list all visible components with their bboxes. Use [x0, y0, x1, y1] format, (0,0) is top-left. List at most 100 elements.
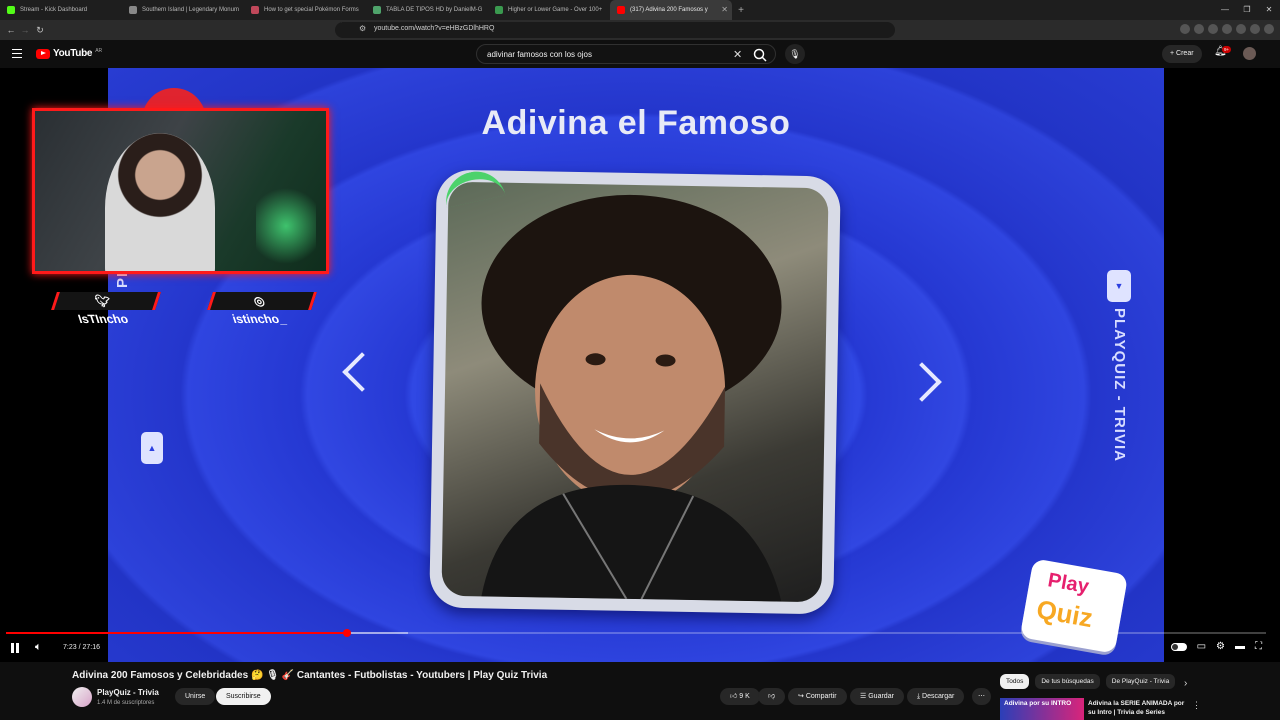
- browser-tab-active[interactable]: (317) Adivina 200 Famosos y ✕: [610, 0, 732, 20]
- address-bar-row: ← → ↻ 🔖︎ ⚙︎ youtube.com/watch?v=eHBzGDlh…: [0, 20, 1280, 40]
- chip-from-searches[interactable]: De tus búsquedas: [1035, 674, 1100, 689]
- browser-tab[interactable]: Southern Island | Legendary Monum: [122, 0, 244, 20]
- channel-avatar[interactable]: [72, 687, 92, 707]
- fullscreen-icon[interactable]: ⛶: [1255, 641, 1262, 652]
- instagram-icon: ◎: [251, 294, 267, 308]
- back-icon[interactable]: ←: [4, 23, 18, 37]
- next-arrow-icon: [902, 362, 942, 402]
- new-tab-icon[interactable]: +: [732, 5, 750, 16]
- autoplay-toggle[interactable]: [1170, 642, 1187, 651]
- account-avatar[interactable]: [1243, 47, 1256, 60]
- video-player[interactable]: Adivina el Famoso PLAYQUIZ - TRIVIA: [0, 68, 1280, 662]
- youtube-header: YouTube AR adivinar famosos con los ojos…: [0, 40, 1280, 68]
- player-right-controls: ▭ ⚙︎ ▬ ⛶: [1170, 641, 1262, 652]
- clear-search-icon[interactable]: ✕: [733, 48, 742, 61]
- kick-favicon-icon: [7, 6, 15, 14]
- chip-all[interactable]: Todos: [1000, 674, 1030, 689]
- player-controls: 🔈︎ 7:23 / 27:16 ▭ ⚙︎ ▬ ⛶: [0, 625, 1280, 662]
- menu-icon[interactable]: [1264, 24, 1274, 34]
- browser-tab[interactable]: Higher or Lower Game - Over 100+: [488, 0, 610, 20]
- save-icon: ☰: [860, 693, 869, 700]
- join-button[interactable]: Unirse: [175, 688, 216, 705]
- thumbs-down-icon: 👎︎: [768, 693, 776, 700]
- more-actions-icon[interactable]: ⋯: [972, 688, 991, 705]
- video-info: Adivina 200 Famosos y Celebridades 🤔 🎙 🎸…: [0, 662, 1280, 720]
- profile-icon[interactable]: [1250, 24, 1260, 34]
- subtitles-icon[interactable]: ▭: [1197, 641, 1206, 652]
- channel-name[interactable]: PlayQuiz - Trivia: [97, 688, 159, 697]
- subscribe-button[interactable]: Suscribirse: [216, 688, 271, 705]
- chevron-right-icon[interactable]: ›: [1184, 678, 1187, 689]
- forward-icon[interactable]: →: [18, 23, 32, 37]
- triangle-down-icon: ▼: [1107, 270, 1131, 302]
- progress-scrubber[interactable]: [343, 629, 352, 637]
- youtube-logo[interactable]: YouTube AR: [36, 48, 102, 59]
- youtube-favicon-icon: [617, 6, 625, 14]
- webcam-overlay: [32, 108, 329, 274]
- celebrity-face-illustration: [481, 194, 782, 602]
- browser-tab[interactable]: Stream - Kick Dashboard: [0, 0, 122, 20]
- browser-tab[interactable]: TABLA DE TIPOS HD by DanielM-G: [366, 0, 488, 20]
- menu-hamburger-icon[interactable]: [12, 49, 22, 58]
- share-button[interactable]: ↪ Compartir: [788, 688, 847, 705]
- browser-tab-strip: Stream - Kick Dashboard Southern Island …: [0, 0, 1280, 20]
- dislike-button[interactable]: 👎︎: [758, 688, 786, 705]
- progress-played: [6, 632, 348, 634]
- create-button[interactable]: + Crear: [1162, 45, 1202, 63]
- search-icon[interactable]: [752, 47, 768, 63]
- recommended-thumbnail[interactable]: Adivina por su INTRO: [1000, 698, 1084, 720]
- search-query: adivinar famosos con los ojos: [487, 50, 592, 59]
- globe-favicon-icon: [129, 6, 137, 14]
- voice-search-icon[interactable]: 🎙︎: [785, 44, 805, 64]
- share-icon: ↪: [798, 693, 806, 700]
- notification-badge: 9+: [1222, 46, 1232, 53]
- address-bar[interactable]: ⚙︎ youtube.com/watch?v=eHBzGDlhHRQ: [335, 22, 895, 38]
- progress-bar[interactable]: [6, 629, 1266, 637]
- search-input[interactable]: adivinar famosos con los ojos ✕: [476, 44, 776, 64]
- extension-icon[interactable]: [1222, 24, 1232, 34]
- side-label-right: PLAYQUIZ - TRIVIA: [1111, 308, 1128, 462]
- pause-icon[interactable]: [11, 643, 19, 653]
- youtube-play-icon: [36, 48, 50, 59]
- recommendation-chips: Todos De tus búsquedas De PlayQuiz - Tri…: [1000, 674, 1176, 689]
- url-text: youtube.com/watch?v=eHBzGDlhHRQ: [374, 25, 495, 32]
- extension-icon[interactable]: [1236, 24, 1246, 34]
- extension-icon[interactable]: [1194, 24, 1204, 34]
- quiz-photo-frame: [429, 169, 841, 615]
- celebrity-photo: [441, 181, 829, 603]
- streamer-figure: [105, 133, 215, 271]
- window-close-icon[interactable]: ✕: [1258, 0, 1280, 20]
- more-vert-icon[interactable]: ⋮: [1192, 700, 1201, 711]
- site-favicon-icon: [251, 6, 259, 14]
- tab-close-icon[interactable]: ✕: [721, 5, 728, 14]
- reload-icon[interactable]: ↻: [33, 23, 47, 37]
- video-title: Adivina 200 Famosos y Celebridades 🤔 🎙 🎸…: [72, 670, 548, 681]
- instagram-handle-badge: ◎ istincho_: [207, 292, 317, 326]
- browser-tab[interactable]: How to get special Pokémon Forms: [244, 0, 366, 20]
- site-settings-icon[interactable]: ⚙︎: [359, 24, 366, 33]
- like-button[interactable]: 👍︎ 9 K: [720, 688, 760, 705]
- chip-from-channel[interactable]: De PlayQuiz - Trivia: [1105, 674, 1176, 689]
- site-favicon-icon: [495, 6, 503, 14]
- site-favicon-icon: [373, 6, 381, 14]
- theater-mode-icon[interactable]: ▬: [1235, 641, 1245, 652]
- restore-icon[interactable]: ❐: [1236, 0, 1258, 20]
- settings-gear-icon[interactable]: ⚙︎: [1216, 641, 1225, 652]
- download-button[interactable]: ⤓ Descargar: [907, 688, 965, 705]
- subscriber-count: 1.4 M de suscriptores: [97, 700, 155, 706]
- recommended-title[interactable]: Adivina la SERIE ANIMADA por su Intro | …: [1088, 699, 1188, 717]
- extension-icon[interactable]: [1180, 24, 1190, 34]
- extension-icons: [1180, 24, 1274, 34]
- minimize-icon[interactable]: —: [1214, 0, 1236, 20]
- window-controls: — ❐ ✕: [1214, 0, 1280, 20]
- webcam-light: [256, 181, 316, 271]
- time-display: 7:23 / 27:16: [63, 644, 100, 651]
- twitter-handle-badge: 🐦︎ IsTIncho: [51, 292, 161, 326]
- volume-icon[interactable]: 🔈︎: [35, 641, 42, 654]
- extension-icon[interactable]: [1208, 24, 1218, 34]
- previous-arrow-icon: [342, 352, 382, 392]
- thumbs-up-icon: 👍︎: [730, 693, 740, 700]
- save-button[interactable]: ☰ Guardar: [850, 688, 904, 705]
- triangle-up-icon: ▲: [141, 432, 163, 464]
- twitter-icon: 🐦︎: [93, 294, 113, 308]
